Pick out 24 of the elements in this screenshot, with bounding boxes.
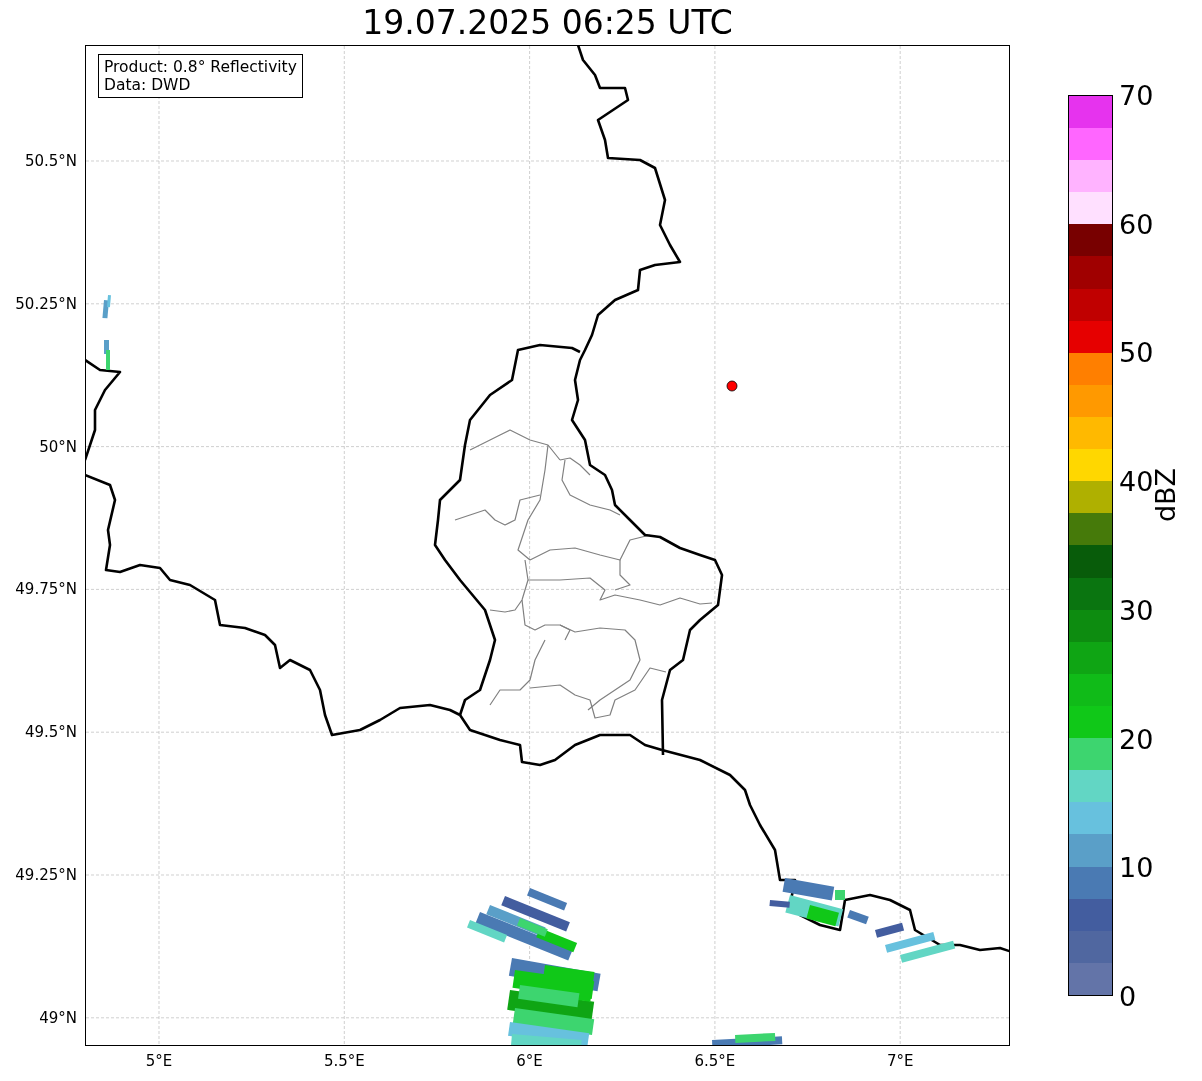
radar-echo-drawing <box>712 1032 783 1045</box>
colorbar-tick-label: 0 <box>1119 980 1137 1012</box>
info-text: Data: DWD <box>104 76 192 94</box>
longitude-label: 5°E <box>145 1052 173 1070</box>
longitude-label: 6.5°E <box>694 1052 736 1070</box>
longitude-label: 6°E <box>516 1052 543 1070</box>
longitude-label: 7°E <box>886 1052 914 1070</box>
colorbar-tick-label: 50 <box>1119 336 1154 368</box>
colorbar-tick-label: 70 <box>1119 79 1154 111</box>
colorbar-tick-label: 10 <box>1119 851 1154 883</box>
latitude-label: 50.5°N <box>24 152 77 170</box>
latitude-label: 49.5°N <box>24 723 77 742</box>
location-marker <box>726 380 738 392</box>
latitude-label: 50°N <box>39 437 77 456</box>
latitude-label: 49.75°N <box>15 580 77 599</box>
latitude-label: 49.25°N <box>15 866 77 884</box>
latitude-label: 50.25°N <box>15 294 77 313</box>
colorbar-tick-label: 60 <box>1119 208 1154 240</box>
info-text: Product: 0.8° Reflectivity <box>104 58 297 76</box>
chart-title: 19.07.2025 06:25 UTC <box>361 2 734 44</box>
colorbar-tick-label: 30 <box>1119 594 1154 626</box>
latitude-label: 49°N <box>39 1008 77 1027</box>
longitude-label: 5.5°E <box>323 1052 365 1070</box>
colorbar-tick-label: 20 <box>1119 723 1154 755</box>
